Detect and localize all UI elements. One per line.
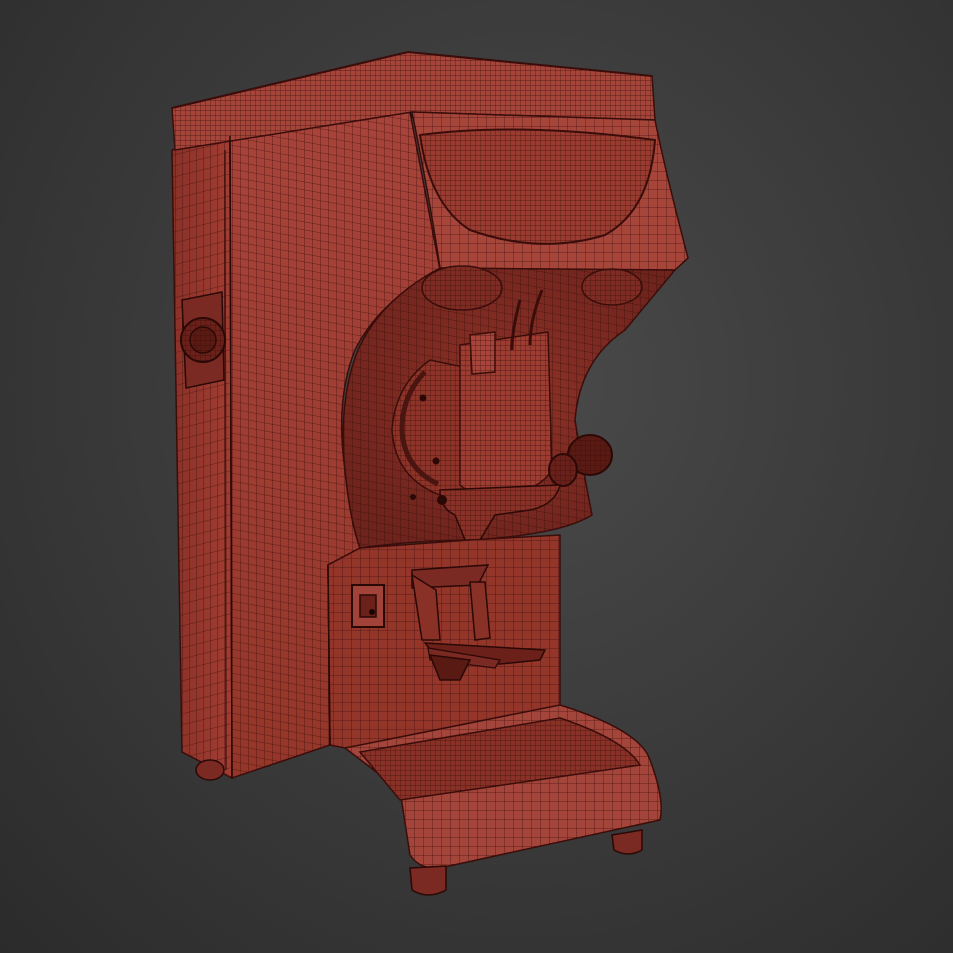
hopper-head — [411, 111, 689, 271]
grinder-render — [171, 50, 689, 896]
power-switch — [351, 584, 385, 628]
side-vent — [180, 291, 226, 389]
viewport-3d[interactable] — [0, 0, 953, 953]
side-panel — [171, 135, 233, 780]
